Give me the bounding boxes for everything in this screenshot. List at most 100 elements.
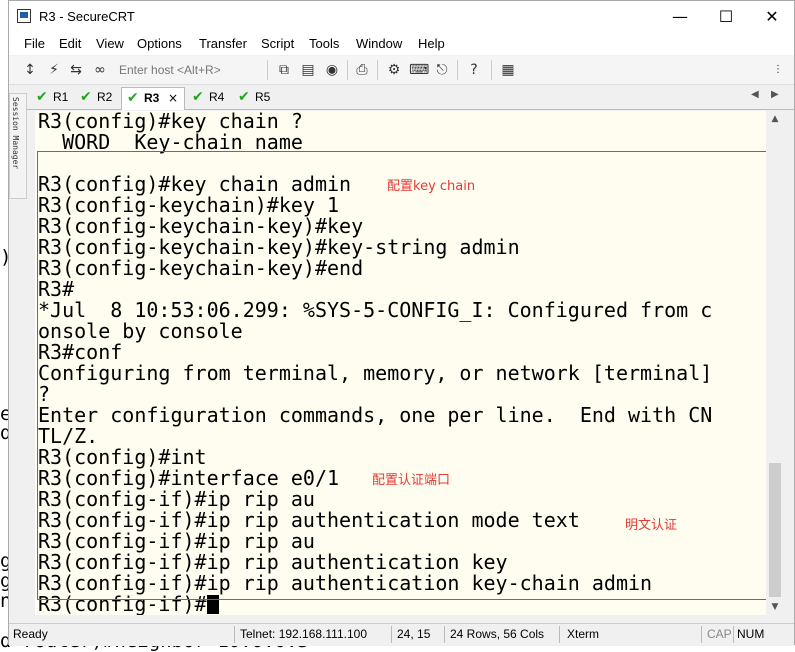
connect-icon[interactable]: ↕ xyxy=(21,61,39,79)
tab-label: R3 xyxy=(144,91,160,105)
paste-icon[interactable]: ▤ xyxy=(299,61,317,79)
status-divider xyxy=(701,626,702,643)
menu-edit[interactable]: Edit xyxy=(59,36,81,51)
terminal-line: R3(config)#int xyxy=(38,445,207,469)
connected-check-icon: ✔ xyxy=(192,89,204,105)
window-title: R3 - SecureCRT xyxy=(39,9,135,24)
tab-label: R5 xyxy=(255,90,271,104)
menu-view[interactable]: View xyxy=(96,36,124,51)
terminal-line: R3(config-if)#ip rip au xyxy=(38,529,315,553)
sftp-icon[interactable]: ⎋ xyxy=(433,61,451,79)
toolbar-expand-icon[interactable]: ⋮ xyxy=(769,61,787,79)
title-bar: R3 - SecureCRT — ☐ ✕ xyxy=(9,1,794,33)
terminal-line: Configuring from terminal, memory, or ne… xyxy=(38,361,713,385)
tab-r5[interactable]: ✔ R5 xyxy=(233,87,279,107)
tab-label: R1 xyxy=(53,90,69,104)
copy-icon[interactable]: ⧉ xyxy=(275,61,293,79)
toolbar-divider xyxy=(347,60,348,80)
terminal-line: R3(config-if)#ip rip au xyxy=(38,487,315,511)
session-options-icon[interactable]: ▦ xyxy=(499,61,517,79)
tab-r4[interactable]: ✔ R4 xyxy=(187,87,233,107)
status-size: 24 Rows, 56 Cols xyxy=(450,627,545,641)
status-ready: Ready xyxy=(13,627,48,641)
menu-bar: File Edit View Options Transfer Script T… xyxy=(9,33,794,55)
status-divider xyxy=(234,626,235,643)
status-emulation: Xterm xyxy=(567,627,600,641)
find-icon[interactable]: ◉ xyxy=(323,61,341,79)
terminal-line: R3(config-if)#ip rip authentication mode… xyxy=(38,508,580,532)
menu-script[interactable]: Script xyxy=(261,36,294,51)
terminal-line: R3(config-keychain)#key 1 xyxy=(38,193,340,217)
status-num: NUM xyxy=(737,627,765,641)
tab-scroll-left-icon[interactable]: ◀ xyxy=(751,89,759,100)
tab-close-icon[interactable]: × xyxy=(168,88,178,108)
status-connection: Telnet: 192.168.111.100 xyxy=(240,627,367,641)
status-cap: CAP xyxy=(707,627,732,641)
terminal-line: R3(config-keychain-key)#end xyxy=(38,256,364,280)
tab-scroll-right-icon[interactable]: ▶ xyxy=(771,89,779,100)
annotation-interface: 配置认证端口 xyxy=(372,473,451,488)
toolbar: ↕ ⚡ ⇆ ∞ Enter host <Alt+R> ⧉ ▤ ◉ ⎙ ⚙ ⌨ ⎋… xyxy=(9,56,794,85)
terminal-line: R3# xyxy=(38,277,75,301)
vertical-scrollbar[interactable]: ▲ ▼ xyxy=(766,111,784,615)
tab-r3[interactable]: ✔ R3 × xyxy=(121,87,185,110)
terminal-cursor xyxy=(206,595,219,614)
connected-check-icon: ✔ xyxy=(36,89,48,105)
terminal-line: onsole by console xyxy=(38,319,243,343)
terminal-line: WORD Key-chain name xyxy=(38,130,303,154)
terminal-prompt-line: R3(config-if)# xyxy=(38,594,219,615)
terminal-line: R3(config)#key chain admin xyxy=(38,172,352,196)
terminal-line: ? xyxy=(38,382,51,406)
quick-connect-icon[interactable]: ⚡ xyxy=(45,61,63,79)
status-divider xyxy=(444,626,445,643)
keymap-icon[interactable]: ⌨ xyxy=(409,61,429,79)
status-divider xyxy=(559,626,560,643)
menu-tools[interactable]: Tools xyxy=(309,36,339,51)
toolbar-divider xyxy=(267,60,268,80)
tab-r2[interactable]: ✔ R2 xyxy=(75,87,121,107)
terminal-line: R3(config-keychain-key)#key xyxy=(38,214,364,238)
terminal-line: R3(config)#interface e0/1 xyxy=(38,466,340,490)
menu-help[interactable]: Help xyxy=(418,36,445,51)
tab-label: R2 xyxy=(97,90,113,104)
tab-r1[interactable]: ✔ R1 xyxy=(31,87,73,107)
tab-label: R4 xyxy=(209,90,225,104)
terminal-line: R3(config-if)#ip rip authentication key-… xyxy=(38,571,653,595)
disconnect-icon[interactable]: ∞ xyxy=(91,61,109,79)
terminal-line: R3(config)#key chain ? xyxy=(38,111,303,133)
close-button[interactable]: ✕ xyxy=(749,1,795,33)
terminal-line: *Jul 8 10:53:06.299: %SYS-5-CONFIG_I: Co… xyxy=(38,298,713,322)
connected-check-icon: ✔ xyxy=(238,89,250,105)
session-manager-label: Session Manager xyxy=(11,97,20,170)
maximize-button[interactable]: ☐ xyxy=(703,1,749,33)
tab-bar: ✔ R1 ✔ R2 ✔ R3 × ✔ R4 ✔ R5 ◀ ▶ xyxy=(9,85,794,110)
annotation-plaintext: 明文认证 xyxy=(625,518,678,533)
scrollbar-thumb[interactable] xyxy=(769,463,781,597)
help-icon[interactable]: ? xyxy=(465,61,483,79)
terminal-line: R3(config-if)#ip rip authentication key xyxy=(38,550,508,574)
settings-icon[interactable]: ⚙ xyxy=(385,61,403,79)
terminal-prompt: R3(config-if)# xyxy=(38,592,207,615)
terminal-line: R3#conf xyxy=(38,340,123,364)
status-divider xyxy=(733,626,734,643)
terminal-line: R3(config-keychain-key)#key-string admin xyxy=(38,235,520,259)
menu-transfer[interactable]: Transfer xyxy=(199,36,247,51)
scroll-up-icon[interactable]: ▲ xyxy=(766,111,784,127)
session-manager-panel[interactable]: Session Manager xyxy=(9,93,27,199)
terminal-screen[interactable]: R3(config)#key chain ? WORD Key-chain na… xyxy=(35,111,766,615)
annotation-key-chain: 配置key chain xyxy=(387,179,476,194)
status-cursor-position: 24, 15 xyxy=(397,627,431,641)
enter-host-input[interactable]: Enter host <Alt+R> xyxy=(119,61,269,79)
minimize-button[interactable]: — xyxy=(657,1,703,33)
connected-check-icon: ✔ xyxy=(127,90,139,106)
status-divider xyxy=(391,626,392,643)
print-icon[interactable]: ⎙ xyxy=(353,61,371,79)
menu-window[interactable]: Window xyxy=(356,36,402,51)
menu-file[interactable]: File xyxy=(24,36,45,51)
reconnect-icon[interactable]: ⇆ xyxy=(67,61,85,79)
toolbar-divider xyxy=(491,60,492,80)
scroll-down-icon[interactable]: ▼ xyxy=(766,599,784,615)
toolbar-divider xyxy=(457,60,458,80)
menu-options[interactable]: Options xyxy=(137,36,182,51)
status-bar: Ready Telnet: 192.168.111.100 24, 15 24 … xyxy=(9,623,794,646)
